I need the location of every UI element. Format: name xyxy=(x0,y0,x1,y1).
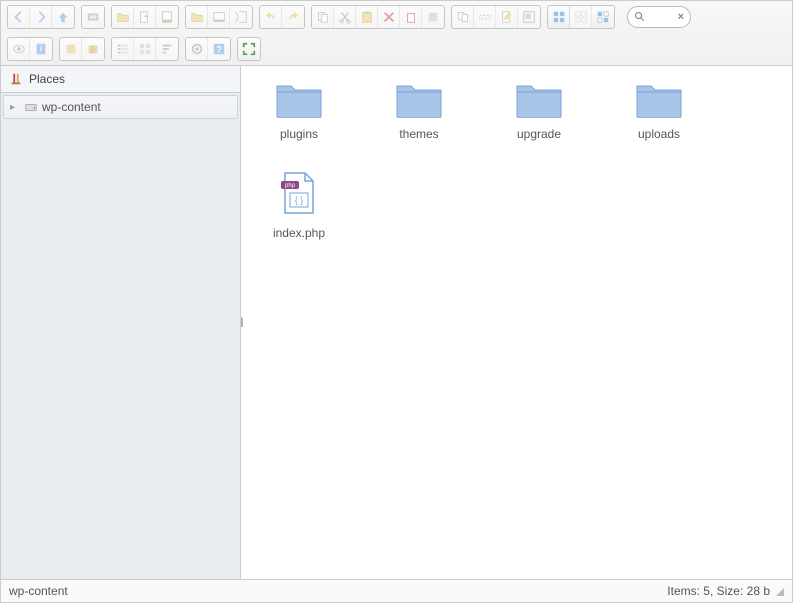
statusbar: wp-content Items: 5, Size: 28 b xyxy=(1,579,792,602)
fullscreen-button[interactable] xyxy=(238,38,260,60)
undo-group xyxy=(259,5,305,29)
view-list-button[interactable] xyxy=(112,38,134,60)
resize-button[interactable] xyxy=(518,6,540,28)
places-icon xyxy=(9,72,23,86)
help-button[interactable]: ? xyxy=(208,38,230,60)
undo-button[interactable] xyxy=(260,6,282,28)
item-label: upgrade xyxy=(517,127,561,141)
svg-text:i: i xyxy=(40,45,42,54)
settings-group: ? xyxy=(185,37,231,61)
hide-button[interactable] xyxy=(422,6,444,28)
item-label: themes xyxy=(399,127,438,141)
toolbar-row-2: i ? xyxy=(1,33,792,65)
prefs-button[interactable] xyxy=(186,38,208,60)
drive-icon xyxy=(24,100,38,114)
getfile-button[interactable] xyxy=(230,6,252,28)
selectinvert-button[interactable] xyxy=(592,6,614,28)
redo-button[interactable] xyxy=(282,6,304,28)
item-themes[interactable]: themes xyxy=(369,74,469,145)
selectnone-button[interactable] xyxy=(570,6,592,28)
places-header: Places xyxy=(1,66,240,93)
tree: ▸ wp-content xyxy=(1,93,240,121)
item-plugins[interactable]: plugins xyxy=(249,74,349,145)
nav-group xyxy=(7,5,75,29)
back-button[interactable] xyxy=(8,6,30,28)
svg-text:?: ? xyxy=(216,45,221,55)
item-label: index.php xyxy=(273,226,325,240)
status-summary: Items: 5, Size: 28 b xyxy=(667,584,770,598)
open-button[interactable] xyxy=(186,6,208,28)
preview-button[interactable] xyxy=(8,38,30,60)
tree-item-wp-content[interactable]: ▸ wp-content xyxy=(3,95,238,119)
folder-icon xyxy=(395,78,443,121)
duplicate-button[interactable] xyxy=(452,6,474,28)
modify-group xyxy=(451,5,541,29)
file-group xyxy=(111,5,179,29)
folder-icon xyxy=(275,78,323,121)
sort-button[interactable] xyxy=(156,38,178,60)
status-path: wp-content xyxy=(9,584,68,598)
splitter-handle[interactable]: || xyxy=(237,315,245,331)
item-label: uploads xyxy=(638,127,680,141)
edit-button[interactable] xyxy=(496,6,518,28)
view-group: i xyxy=(7,37,53,61)
folder-icon xyxy=(635,78,683,121)
select-group xyxy=(547,5,615,29)
file-manager: × i ? xyxy=(0,0,793,603)
rename-button[interactable] xyxy=(474,6,496,28)
edit-group xyxy=(311,5,445,29)
search-box[interactable]: × xyxy=(627,6,691,28)
search-icon xyxy=(634,11,646,23)
download-button[interactable] xyxy=(208,6,230,28)
folder-icon xyxy=(515,78,563,121)
places-label: Places xyxy=(29,72,65,86)
empty-button[interactable] xyxy=(400,6,422,28)
view-icons-button[interactable] xyxy=(134,38,156,60)
paste-button[interactable] xyxy=(356,6,378,28)
archive-button[interactable] xyxy=(82,38,104,60)
item-label: plugins xyxy=(280,127,318,141)
search-clear-button[interactable]: × xyxy=(678,11,684,23)
toolbar: × i ? xyxy=(1,1,792,66)
svg-text:php: php xyxy=(285,183,296,189)
sidebar: Places ▸ wp-content xyxy=(1,66,241,579)
delete-button[interactable] xyxy=(378,6,400,28)
item-index.php[interactable]: php { } index.php xyxy=(249,165,349,244)
item-upgrade[interactable]: upgrade xyxy=(489,74,589,145)
selectall-button[interactable] xyxy=(548,6,570,28)
forward-button[interactable] xyxy=(30,6,52,28)
newfolder-button[interactable] xyxy=(112,6,134,28)
fullscreen-group xyxy=(237,37,261,61)
tree-expand-icon[interactable]: ▸ xyxy=(10,102,20,113)
newfile-button[interactable] xyxy=(134,6,156,28)
up-button[interactable] xyxy=(52,6,74,28)
cut-button[interactable] xyxy=(334,6,356,28)
main-area: Places ▸ wp-content || plugins themes upgra… xyxy=(1,66,792,579)
open-group xyxy=(185,5,253,29)
upload-button[interactable] xyxy=(156,6,178,28)
tree-item-label: wp-content xyxy=(42,100,101,114)
item-uploads[interactable]: uploads xyxy=(609,74,709,145)
chmod-button[interactable] xyxy=(60,38,82,60)
toolbar-row-1: × xyxy=(1,1,792,33)
items-grid: plugins themes upgrade uploads php { } index.p… xyxy=(249,74,784,244)
resize-grip[interactable] xyxy=(774,586,784,596)
netmount-group xyxy=(81,5,105,29)
svg-text:{ }: { } xyxy=(295,195,304,205)
netmount-button[interactable] xyxy=(82,6,104,28)
info-button[interactable]: i xyxy=(30,38,52,60)
viewmode-group xyxy=(111,37,179,61)
content-pane[interactable]: plugins themes upgrade uploads php { } index.p… xyxy=(241,66,792,579)
php-file-icon: php { } xyxy=(275,169,323,220)
perm-group xyxy=(59,37,105,61)
copy-button[interactable] xyxy=(312,6,334,28)
